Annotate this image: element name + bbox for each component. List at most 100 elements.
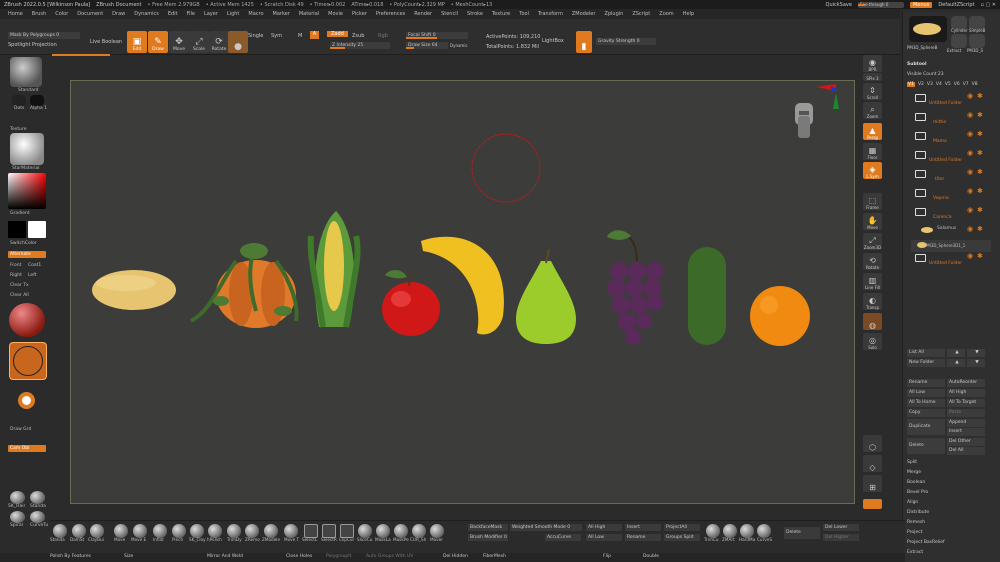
del-other-button[interactable]: Del Other [947, 438, 985, 446]
size-slider[interactable]: Size [124, 554, 133, 559]
brush-trimdynamic[interactable] [227, 524, 241, 538]
draw-grid-label[interactable]: Draw Grd [10, 427, 31, 432]
spotlight-projection-toggle[interactable]: Spotlight Projection [8, 42, 57, 48]
menu-edit[interactable]: Edit [168, 11, 178, 17]
list-item[interactable]: Mama ◉ ✱ [911, 130, 991, 146]
menu-zplugin[interactable]: Zplugin [604, 11, 623, 17]
accucurve-toggle[interactable]: AccuCurve [545, 534, 581, 541]
del-all-button[interactable]: Del All [947, 447, 985, 455]
coat-button[interactable]: Coat1 [28, 263, 41, 268]
menu-tool[interactable]: Tool [519, 11, 529, 17]
xpose-button[interactable]: ⬡ [863, 435, 882, 452]
flip-button[interactable]: Flip [603, 554, 611, 559]
eye-icon[interactable]: ◉ [967, 225, 973, 233]
brush-hpolish[interactable] [208, 524, 222, 538]
standard-brush-thumb[interactable] [10, 57, 42, 87]
menu-transform[interactable]: Transform [538, 11, 563, 17]
split-section[interactable]: Split [907, 460, 917, 465]
eye-icon[interactable]: ◉ [967, 149, 973, 157]
sym-mode-button[interactable] [863, 499, 882, 509]
brush-move-topological[interactable] [284, 524, 298, 538]
auto-groups-uv-button[interactable]: Auto Groups With UV [366, 554, 413, 559]
rename-bottom-button[interactable]: Rename [625, 534, 661, 541]
menu-zoom[interactable]: Zoom [659, 11, 673, 17]
brush-selectlasso[interactable] [304, 524, 318, 538]
gravity-icon-button[interactable]: ▮ [576, 31, 592, 53]
align-section[interactable]: Align [907, 500, 918, 505]
tab-v5[interactable]: V5 [945, 82, 951, 87]
all-to-target-button[interactable]: All To Target [947, 399, 985, 407]
ghost-button[interactable]: ◍ [863, 313, 882, 330]
quicksave-button[interactable]: QuickSave [826, 2, 852, 8]
menu-file[interactable]: File [187, 11, 195, 17]
persp-button[interactable]: ▲ Persp [863, 123, 882, 140]
flat-color-material-thumb[interactable] [9, 303, 45, 337]
focal-shift-slider[interactable]: Focal Shift 0 [406, 32, 468, 39]
move-up2-button[interactable]: ▲ [947, 359, 965, 367]
scroll-button[interactable]: ⇕ Scroll [863, 83, 882, 100]
gear-icon[interactable]: ✱ [977, 168, 983, 176]
brush-mover[interactable] [430, 524, 444, 538]
gear-icon[interactable]: ✱ [977, 111, 983, 119]
spix-button[interactable]: SPix 3 [863, 73, 882, 81]
menu-stroke[interactable]: Stroke [467, 11, 483, 17]
eye-icon[interactable]: ◉ [967, 168, 973, 176]
material-thumb[interactable] [10, 133, 44, 165]
sym-toggle[interactable]: Sym [271, 33, 282, 39]
actual-button[interactable]: ⊞ [863, 475, 882, 492]
double-button[interactable]: Double [643, 554, 659, 559]
menu-help[interactable]: Help [683, 11, 694, 17]
floor-button[interactable]: ▦ Floor [863, 143, 882, 160]
brush-claybuildup[interactable] [90, 524, 104, 538]
see-through-slider[interactable]: See-through 0 [857, 1, 904, 8]
eye-icon[interactable]: ◉ [967, 111, 973, 119]
edit-button[interactable]: ▣ Edit [127, 31, 147, 53]
del-higher-button[interactable]: Del Higher [823, 534, 859, 541]
dynamic-toggle[interactable]: Dynamic [450, 43, 468, 48]
paste-button[interactable]: Paste [947, 409, 985, 417]
brush-selectrect[interactable] [322, 524, 336, 538]
brush-clipcurve[interactable] [340, 524, 354, 538]
menu-preferences[interactable]: Preferences [376, 11, 405, 17]
gravity-strength-slider[interactable]: Gravity Strength 0 [596, 38, 656, 45]
gear-icon[interactable]: ✱ [977, 149, 983, 157]
visible-count-slider[interactable]: Visible Count 23 [907, 72, 944, 77]
eye-icon[interactable]: ◉ [967, 252, 973, 260]
menu-render[interactable]: Render [414, 11, 432, 17]
move-down2-button[interactable]: ▼ [967, 359, 985, 367]
project-all-button[interactable]: ProjectAll [664, 524, 700, 531]
brush-move-elastic[interactable] [133, 524, 147, 538]
menu-document[interactable]: Document [77, 11, 103, 17]
cam-obl-button[interactable]: Cam Obl [8, 445, 46, 452]
list-all-button[interactable]: List All [907, 349, 945, 357]
polish-by-features-toggle[interactable]: Polish By Features [50, 554, 91, 559]
front-button[interactable]: Front [10, 263, 21, 268]
transp-button[interactable]: ◐ Transp [863, 293, 882, 310]
menu-brush[interactable]: Brush [32, 11, 46, 17]
zadd-button[interactable]: Zadd [327, 31, 348, 37]
insert-bottom-button[interactable]: Insert [625, 524, 661, 531]
transp-orange-thumb[interactable] [9, 342, 47, 380]
menu-light[interactable]: Light [227, 11, 239, 17]
solo-button[interactable]: ◎ Solo [863, 333, 882, 350]
merge-section[interactable]: Merge [907, 470, 921, 475]
draw-size-slider[interactable]: Draw Size 64 [406, 42, 448, 49]
brush-pinch[interactable] [172, 524, 186, 538]
brush-zremesher[interactable] [245, 524, 259, 538]
menu-movie[interactable]: Movie [328, 11, 343, 17]
mask-by-polygroups-slider[interactable]: Mask By Polygroups 0 [8, 32, 80, 39]
insert-button[interactable]: Insert [947, 428, 985, 436]
tab-v1[interactable]: V1 [907, 82, 915, 87]
rgb-button[interactable]: Rgb [378, 33, 388, 39]
single-toggle[interactable]: Single [248, 33, 263, 39]
brush-sk-clay[interactable] [190, 524, 204, 538]
line-fill-button[interactable]: ▥ Line Fill [863, 273, 882, 290]
list-item[interactable]: Salamus ◉ ✱ [911, 225, 991, 239]
brush-inflat[interactable] [153, 524, 167, 538]
viewport-canvas[interactable] [70, 80, 855, 504]
menus-button[interactable]: Menus [909, 1, 933, 8]
new-folder-button[interactable]: New Folder [907, 359, 945, 367]
brush-damstandard[interactable] [72, 524, 86, 538]
zsub-button[interactable]: Zsub [352, 33, 364, 39]
delete-button[interactable]: Delete [907, 438, 945, 454]
